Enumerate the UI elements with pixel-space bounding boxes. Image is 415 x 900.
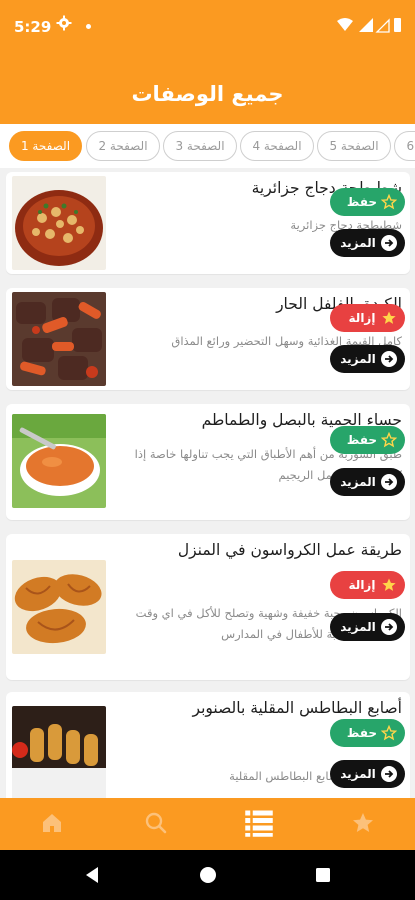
battery-icon (394, 18, 401, 32)
nav-favorites[interactable] (311, 798, 415, 850)
status-bar: 5:29 (0, 0, 415, 56)
recents-icon[interactable] (313, 865, 333, 885)
star-icon (353, 813, 373, 832)
recipe-card[interactable]: طريقة عمل الكرواسون في المنزل الكرواسون … (6, 534, 410, 680)
recipe-image-potato-croquettes (12, 706, 106, 800)
back-icon[interactable] (83, 865, 103, 885)
tab-page-3[interactable]: الصفحة 3 (163, 131, 237, 161)
remove-button-label: إزالة (348, 578, 376, 592)
more-button[interactable]: المزيد (330, 229, 405, 257)
wifi-icon (337, 18, 353, 31)
page-title: جميع الوصفات (131, 82, 284, 106)
arrow-right-icon (381, 474, 397, 490)
remove-button-label: إزالة (348, 311, 376, 325)
remove-button[interactable]: إزالة (330, 571, 405, 599)
tab-page-1[interactable]: الصفحة 1 (9, 131, 82, 161)
home-circle-icon[interactable] (198, 865, 218, 885)
bottom-navigation (0, 798, 415, 850)
app-bar: جميع الوصفات (0, 56, 415, 124)
save-button[interactable]: حفظ (330, 719, 405, 747)
more-button[interactable]: المزيد (330, 345, 405, 373)
recipe-image-liver-peppers (12, 292, 106, 386)
recipe-card[interactable]: حساء الحمية بالبصل والطماطم طبق الشوربة … (6, 404, 410, 520)
search-icon (145, 812, 167, 834)
star-outline-icon (381, 432, 397, 448)
star-outline-icon (381, 194, 397, 210)
recipe-title: طريقة عمل الكرواسون في المنزل (177, 541, 402, 559)
more-button-label: المزيد (340, 352, 376, 366)
signal-icon (359, 18, 373, 32)
home-icon (43, 814, 61, 832)
page-tabs: الصفحة 1 الصفحة 2 الصفحة 3 الصفحة 4 الصف… (0, 124, 415, 168)
save-button-label: حفظ (346, 195, 378, 209)
tab-page-2[interactable]: الصفحة 2 (86, 131, 160, 161)
recipe-image-chicken-stew (12, 176, 106, 270)
arrow-right-icon (381, 766, 397, 782)
more-button-label: المزيد (340, 767, 376, 781)
star-outline-icon (381, 725, 397, 741)
nav-home[interactable] (0, 798, 104, 850)
more-button-label: المزيد (340, 236, 376, 250)
arrow-right-icon (381, 619, 397, 635)
notification-dot-icon (86, 24, 91, 29)
gear-icon (56, 15, 72, 31)
nav-search[interactable] (104, 798, 208, 850)
save-button[interactable]: حفظ (330, 188, 405, 216)
tab-page-6[interactable]: الصفحة 6 (394, 131, 415, 161)
recipe-image-tomato-soup (12, 414, 106, 508)
save-button-label: حفظ (346, 726, 378, 740)
tab-page-4[interactable]: الصفحة 4 (240, 131, 314, 161)
recipe-image-croissants (12, 560, 106, 654)
arrow-right-icon (381, 235, 397, 251)
star-filled-icon (382, 578, 396, 591)
save-button-label: حفظ (346, 433, 378, 447)
arrow-right-icon (381, 351, 397, 367)
signal-empty-icon (375, 18, 390, 33)
status-time: 5:29 (14, 18, 52, 36)
star-filled-icon (382, 311, 396, 324)
system-status-icons (337, 18, 401, 33)
save-button[interactable]: حفظ (330, 426, 405, 454)
recipe-card[interactable]: الكبدة بالفلفل الحار كامل القيمة الغذائي… (6, 288, 410, 390)
nav-recipes-list[interactable] (207, 798, 311, 850)
list-icon (245, 810, 273, 837)
more-button[interactable]: المزيد (330, 760, 405, 788)
remove-button[interactable]: إزالة (330, 304, 405, 332)
more-button-label: المزيد (340, 620, 376, 634)
system-navigation-bar (0, 850, 415, 900)
tab-page-5[interactable]: الصفحة 5 (317, 131, 391, 161)
recipe-card[interactable]: شطيطحة دجاج جزائرية شطيطحة دجاج جزائرية … (6, 172, 410, 274)
more-button-label: المزيد (340, 475, 376, 489)
more-button[interactable]: المزيد (330, 468, 405, 496)
more-button[interactable]: المزيد (330, 613, 405, 641)
